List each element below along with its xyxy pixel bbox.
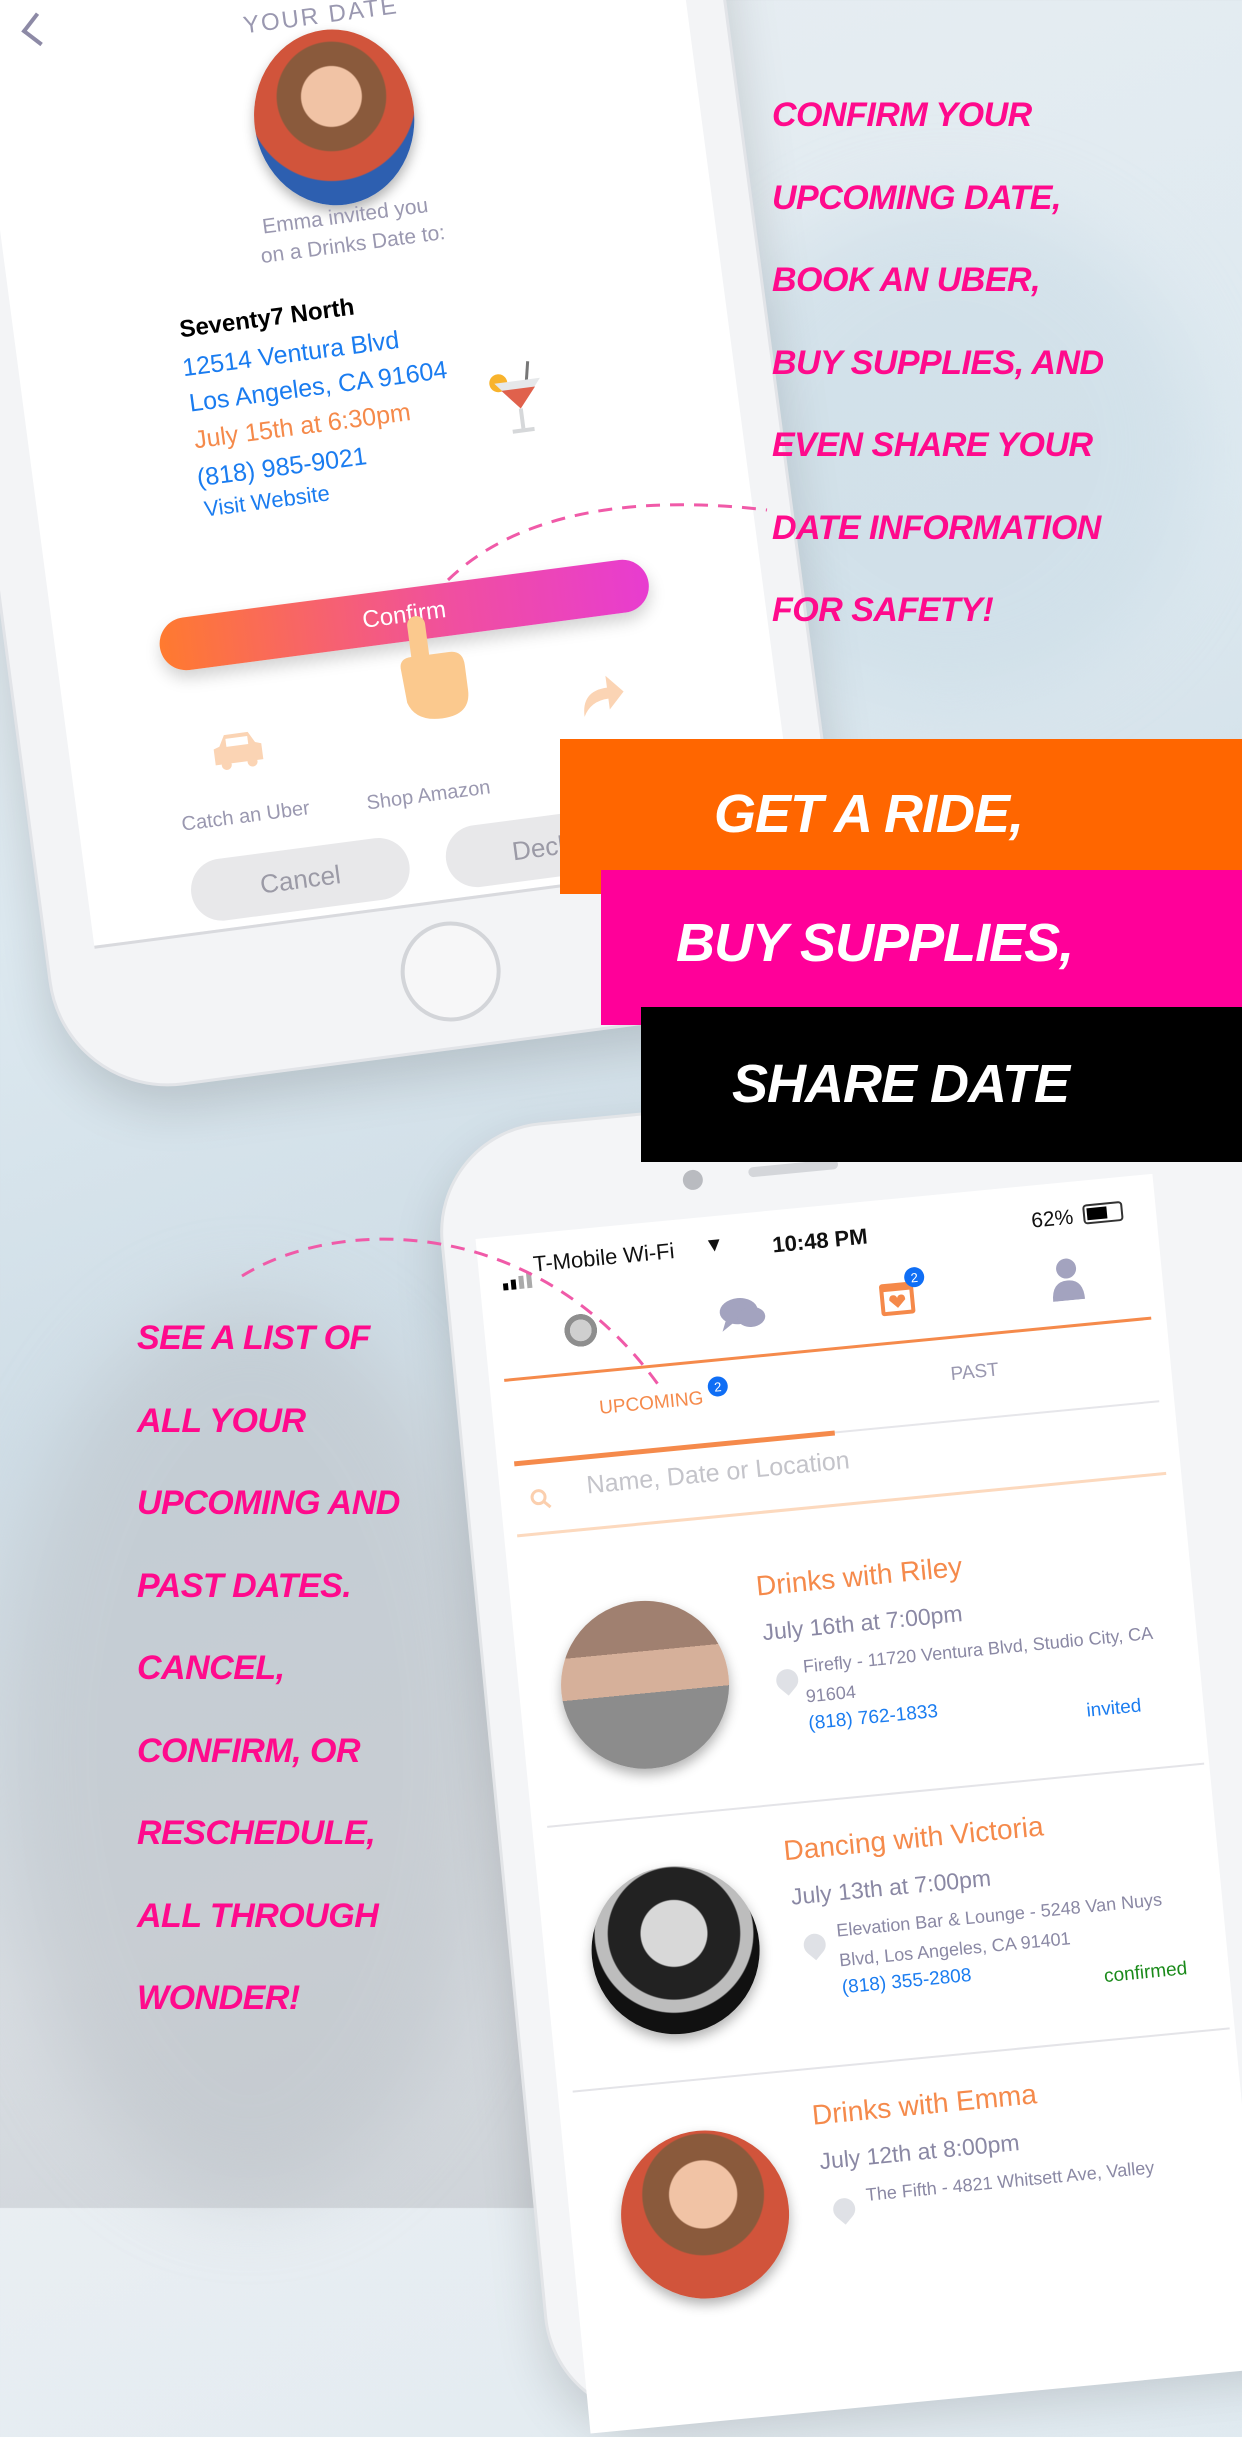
dashed-pointer-upcoming — [242, 1239, 662, 1390]
dashed-pointer-confirm — [448, 505, 767, 580]
dashed-pointers — [0, 0, 1242, 2208]
